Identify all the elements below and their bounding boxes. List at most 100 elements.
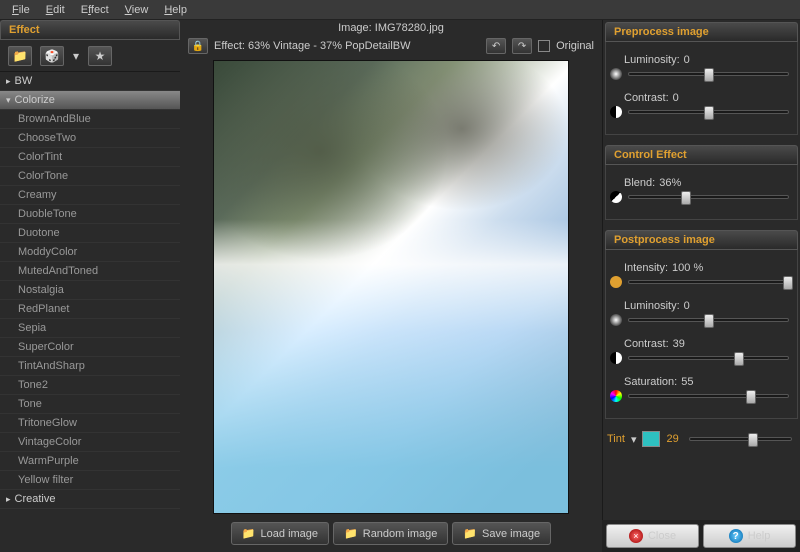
folder-icon[interactable]: 📁 (8, 46, 32, 66)
saturation-slider[interactable] (628, 394, 789, 398)
yinyang-icon (610, 191, 622, 203)
save-image-button[interactable]: 📁 Save image (452, 522, 551, 545)
original-label: Original (556, 40, 594, 52)
tree-group-bw[interactable]: ▸ BW (0, 72, 180, 91)
post-luminosity-label: Luminosity: 0 (624, 300, 793, 312)
random-label: Random image (363, 528, 438, 540)
image-title: Image: IMG78280.jpg (182, 20, 600, 36)
effect-label: Effect: 63% Vintage - 37% PopDetailBW (214, 40, 480, 52)
post-contrast-slider[interactable] (628, 356, 789, 360)
tree-item[interactable]: Duotone (0, 224, 180, 243)
footer-buttons: × Close ?Help (602, 520, 800, 552)
folder-icon: 📁 (344, 527, 358, 540)
menu-view[interactable]: View (117, 2, 157, 18)
help-icon: ? (729, 529, 743, 543)
pre-luminosity-slider[interactable] (628, 72, 789, 76)
image-filename: IMG78280.jpg (375, 22, 444, 34)
tree-group-label: BW (15, 75, 33, 87)
folder-icon: 📁 (463, 527, 477, 540)
save-label: Save image (482, 528, 540, 540)
sidebar-title: Effect (0, 20, 180, 40)
tree-item[interactable]: TintAndSharp (0, 357, 180, 376)
tint-swatch[interactable] (642, 431, 660, 447)
tree-item[interactable]: MutedAndToned (0, 262, 180, 281)
dice-icon[interactable]: 🎲 (40, 46, 64, 66)
post-contrast-label: Contrast: 39 (624, 338, 793, 350)
tree-item[interactable]: Yellow filter (0, 471, 180, 490)
preprocess-title: Preprocess image (605, 22, 798, 42)
tree-item[interactable]: SuperColor (0, 338, 180, 357)
close-button[interactable]: × Close (606, 524, 699, 548)
star-icon[interactable]: ★ (88, 46, 112, 66)
pre-contrast-slider[interactable] (628, 110, 789, 114)
postprocess-panel: Postprocess image Intensity: 100 % Lumin… (605, 230, 798, 419)
sun-icon (610, 68, 622, 80)
post-luminosity-slider[interactable] (628, 318, 789, 322)
contrast-icon (610, 352, 622, 364)
sidebar-toolbar: 📁 🎲 ▾ ★ (0, 40, 180, 72)
preprocess-panel: Preprocess image Luminosity: 0 Contrast:… (605, 22, 798, 135)
chevron-right-icon: ▸ (6, 494, 11, 505)
folder-icon: 📁 (242, 527, 256, 540)
tree-item[interactable]: Sepia (0, 319, 180, 338)
image-canvas[interactable] (213, 60, 569, 514)
tree-item[interactable]: RedPlanet (0, 300, 180, 319)
help-button[interactable]: ?Help (703, 524, 796, 548)
undo-icon[interactable]: ↶ (486, 38, 506, 54)
close-icon: × (629, 529, 643, 543)
tree-group-label: Colorize (15, 94, 55, 106)
tint-slider[interactable] (689, 437, 792, 441)
tint-row: Tint ▾ 29 (603, 429, 800, 449)
tree-group-creative[interactable]: ▸ Creative (0, 490, 180, 509)
chevron-down-icon: ▾ (6, 95, 11, 106)
tint-value: 29 (666, 433, 678, 445)
tree-item[interactable]: Tone (0, 395, 180, 414)
tree-item[interactable]: ColorTint (0, 148, 180, 167)
hue-icon (610, 390, 622, 402)
blend-label: Blend: 36% (624, 177, 793, 189)
lock-icon[interactable]: 🔒 (188, 38, 208, 54)
intensity-label: Intensity: 100 % (624, 262, 793, 274)
image-buttons: 📁Load image 📁 Random image 📁 Save image (182, 518, 600, 549)
tint-label: Tint (607, 433, 625, 445)
menu-help[interactable]: Help (156, 2, 195, 18)
dropdown-icon[interactable]: ▾ (72, 46, 80, 66)
tree-item[interactable]: Nostalgia (0, 281, 180, 300)
blend-slider[interactable] (628, 195, 789, 199)
menu-effect[interactable]: Effect (73, 2, 117, 18)
tree-item[interactable]: WarmPurple (0, 452, 180, 471)
random-image-button[interactable]: 📁 Random image (333, 522, 448, 545)
tree-item[interactable]: TritoneGlow (0, 414, 180, 433)
close-label: Close (648, 530, 676, 542)
intensity-slider[interactable] (628, 280, 789, 284)
tree-item[interactable]: Tone2 (0, 376, 180, 395)
wand-icon (610, 276, 622, 288)
saturation-label: Saturation: 55 (624, 376, 793, 388)
pre-contrast-label: Contrast: 0 (624, 92, 793, 104)
image-panel: Image: IMG78280.jpg 🔒 Effect: 63% Vintag… (182, 20, 600, 552)
tree-group-label: Creative (15, 493, 56, 505)
tint-dropdown-icon[interactable]: ▾ (631, 433, 637, 446)
menu-file[interactable]: File (4, 2, 38, 18)
tree-item[interactable]: ColorTone (0, 167, 180, 186)
redo-icon[interactable]: ↷ (512, 38, 532, 54)
sun-icon (610, 314, 622, 326)
effect-tree[interactable]: ▸ BW ▾ Colorize BrownAndBlueChooseTwoColorTi… (0, 72, 180, 542)
tree-item[interactable]: ChooseTwo (0, 129, 180, 148)
control-title: Control Effect (605, 145, 798, 165)
tree-item[interactable]: BrownAndBlue (0, 110, 180, 129)
chevron-right-icon: ▸ (6, 76, 11, 87)
menu-edit[interactable]: Edit (38, 2, 73, 18)
menu-bar: File Edit Effect View Help (0, 0, 800, 20)
tree-item[interactable]: ModdyColor (0, 243, 180, 262)
tree-item[interactable]: Creamy (0, 186, 180, 205)
original-checkbox[interactable] (538, 40, 550, 52)
effect-bar: 🔒 Effect: 63% Vintage - 37% PopDetailBW … (182, 36, 600, 56)
load-image-button[interactable]: 📁Load image (231, 522, 329, 545)
pre-luminosity-label: Luminosity: 0 (624, 54, 793, 66)
tree-item[interactable]: DuobleTone (0, 205, 180, 224)
contrast-icon (610, 106, 622, 118)
effect-sidebar: Effect 📁 🎲 ▾ ★ ▸BW▾ColorizeBrownAndBlueC… (0, 20, 180, 552)
tree-item[interactable]: VintageColor (0, 433, 180, 452)
tree-group-colorize[interactable]: ▾ Colorize (0, 91, 180, 110)
